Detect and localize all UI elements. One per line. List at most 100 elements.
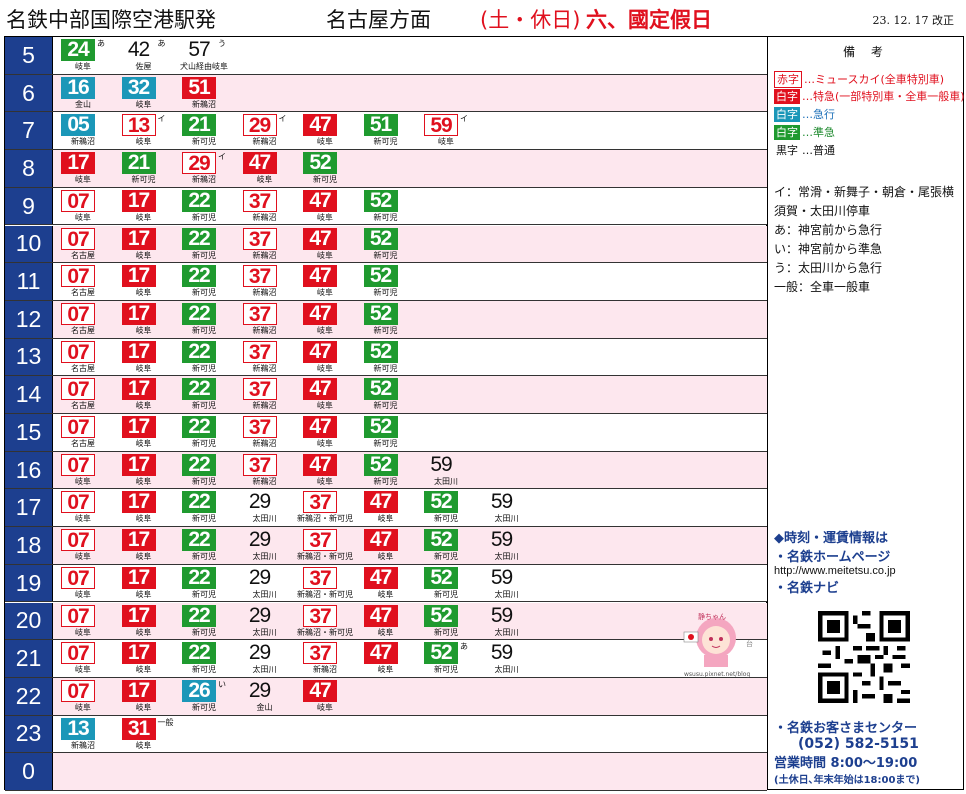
departure-exp[interactable]: 17 岐阜: [114, 679, 174, 713]
departure-loc[interactable]: 59 太田川: [477, 641, 537, 675]
departure-lim[interactable]: 07 岐阜: [53, 641, 113, 675]
departure-semi[interactable]: 52 新可児: [356, 415, 416, 449]
departure-loc[interactable]: 59 太田川: [477, 490, 537, 524]
departure-exp[interactable]: 47 岐阜: [295, 453, 355, 487]
departure-semi[interactable]: 52 新可児: [356, 264, 416, 298]
departure-exp[interactable]: 47 岐阜: [295, 340, 355, 374]
departure-lim[interactable]: 29 イ新鵜沼: [235, 113, 295, 147]
departure-semi[interactable]: 52 新可児: [356, 227, 416, 261]
departure-exp[interactable]: 47 岐阜: [295, 679, 355, 713]
departure-semi[interactable]: 52 新可児: [356, 453, 416, 487]
departure-exp[interactable]: 17 岐阜: [53, 151, 113, 185]
departure-lim[interactable]: 29 イ新鵜沼: [174, 151, 234, 185]
departure-semi[interactable]: 24 あ岐阜: [53, 38, 113, 72]
departure-semi[interactable]: 52 新可児: [416, 566, 476, 600]
departure-semi[interactable]: 52 新可児: [356, 340, 416, 374]
departure-semi[interactable]: 22 新可児: [174, 302, 234, 336]
departure-rap[interactable]: 05 新鵜沼: [53, 113, 113, 147]
departure-lim[interactable]: 07 岐阜: [53, 604, 113, 638]
departure-lim[interactable]: 37 新鵜沼: [235, 415, 295, 449]
departure-lim[interactable]: 37 新鵜沼: [235, 377, 295, 411]
departure-semi[interactable]: 22 新可児: [174, 453, 234, 487]
departure-exp[interactable]: 31 一般 岐阜: [114, 717, 174, 751]
departure-semi[interactable]: 22 新可児: [174, 641, 234, 675]
departure-exp[interactable]: 17 岐阜: [114, 415, 174, 449]
departure-lim[interactable]: 07 名古屋: [53, 302, 113, 336]
departure-semi[interactable]: 52 新可児: [356, 377, 416, 411]
departure-semi[interactable]: 52 新可児: [356, 189, 416, 223]
departure-exp[interactable]: 47 岐阜: [295, 302, 355, 336]
departure-exp[interactable]: 17 岐阜: [114, 377, 174, 411]
departure-semi[interactable]: 51 新可児: [356, 113, 416, 147]
departure-exp[interactable]: 17 岐阜: [114, 641, 174, 675]
departure-exp[interactable]: 17 岐阜: [114, 302, 174, 336]
departure-loc[interactable]: 59 太田川: [477, 604, 537, 638]
departure-rap[interactable]: 16 金山: [53, 76, 113, 110]
departure-semi[interactable]: 22 新可児: [174, 415, 234, 449]
departure-semi[interactable]: 22 新可児: [174, 264, 234, 298]
departure-loc[interactable]: 29 太田川: [235, 566, 295, 600]
departure-exp[interactable]: 47 岐阜: [356, 528, 416, 562]
departure-loc[interactable]: 29 金山: [235, 679, 295, 713]
departure-loc[interactable]: 29 太田川: [235, 528, 295, 562]
departure-lim[interactable]: 07 名古屋: [53, 415, 113, 449]
departure-lim[interactable]: 07 岐阜: [53, 528, 113, 562]
qr-code-icon[interactable]: [818, 611, 910, 703]
departure-exp[interactable]: 47 岐阜: [295, 189, 355, 223]
departure-exp[interactable]: 47 岐阜: [356, 604, 416, 638]
departure-rap[interactable]: 32 岐阜: [114, 76, 174, 110]
departure-semi[interactable]: 52 あ新可児: [416, 641, 476, 675]
departure-exp[interactable]: 47 岐阜: [295, 377, 355, 411]
departure-exp[interactable]: 17 岐阜: [114, 604, 174, 638]
departure-exp[interactable]: 17 岐阜: [114, 340, 174, 374]
departure-exp[interactable]: 17 岐阜: [114, 453, 174, 487]
departure-semi[interactable]: 22 新可児: [174, 377, 234, 411]
departure-exp[interactable]: 47 岐阜: [295, 415, 355, 449]
departure-exp[interactable]: 17 岐阜: [114, 566, 174, 600]
center-phone[interactable]: (052) 582-5151: [774, 736, 964, 752]
departure-lim[interactable]: 37 新鵜沼・新可児: [295, 604, 355, 638]
departure-exp[interactable]: 47 岐阜: [295, 113, 355, 147]
departure-lim[interactable]: 37 新鵜沼・新可児: [295, 490, 355, 524]
departure-loc[interactable]: 29 太田川: [235, 641, 295, 675]
departure-exp[interactable]: 47 岐阜: [295, 227, 355, 261]
departure-exp[interactable]: 17 岐阜: [114, 189, 174, 223]
departure-lim[interactable]: 37 新鵜沼: [235, 453, 295, 487]
departure-semi[interactable]: 52 新可児: [356, 302, 416, 336]
departure-exp[interactable]: 47 岐阜: [356, 490, 416, 524]
departure-semi[interactable]: 22 新可児: [174, 528, 234, 562]
departure-semi[interactable]: 22 新可児: [174, 604, 234, 638]
departure-lim[interactable]: 07 岐阜: [53, 679, 113, 713]
departure-semi[interactable]: 22 新可児: [174, 490, 234, 524]
departure-loc[interactable]: 29 太田川: [235, 490, 295, 524]
departure-exp[interactable]: 47 岐阜: [235, 151, 295, 185]
departure-rap[interactable]: 13 新鵜沼: [53, 717, 113, 751]
departure-exp[interactable]: 17 岐阜: [114, 528, 174, 562]
departure-lim[interactable]: 37 新鵜沼: [235, 302, 295, 336]
departure-lim[interactable]: 07 名古屋: [53, 264, 113, 298]
departure-semi[interactable]: 52 新可児: [295, 151, 355, 185]
departure-exp[interactable]: 47 岐阜: [295, 264, 355, 298]
departure-exp[interactable]: 17 岐阜: [114, 490, 174, 524]
departure-exp[interactable]: 51 新鵜沼: [174, 76, 234, 110]
departure-exp[interactable]: 47 岐阜: [356, 641, 416, 675]
departure-semi[interactable]: 22 新可児: [174, 340, 234, 374]
departure-lim[interactable]: 37 新鵜沼・新可児: [295, 528, 355, 562]
departure-loc[interactable]: 59 太田川: [416, 453, 476, 487]
departure-semi[interactable]: 52 新可児: [416, 528, 476, 562]
departure-loc[interactable]: 42 あ佐屋: [114, 38, 174, 72]
departure-exp[interactable]: 17 岐阜: [114, 227, 174, 261]
departure-loc[interactable]: 29 太田川: [235, 604, 295, 638]
departure-lim[interactable]: 07 名古屋: [53, 340, 113, 374]
departure-rap[interactable]: 26 い新可児: [174, 679, 234, 713]
departure-lim[interactable]: 07 岐阜: [53, 566, 113, 600]
departure-lim[interactable]: 07 岐阜: [53, 189, 113, 223]
departure-lim[interactable]: 07 岐阜: [53, 453, 113, 487]
departure-semi[interactable]: 22 新可児: [174, 227, 234, 261]
departure-lim[interactable]: 13 イ岐阜: [114, 113, 174, 147]
departure-lim[interactable]: 07 名古屋: [53, 227, 113, 261]
departure-semi[interactable]: 22 新可児: [174, 566, 234, 600]
departure-exp[interactable]: 17 岐阜: [114, 264, 174, 298]
departure-loc[interactable]: 57 う犬山経由岐阜: [174, 38, 234, 72]
departure-lim[interactable]: 37 新鵜沼・新可児: [295, 566, 355, 600]
